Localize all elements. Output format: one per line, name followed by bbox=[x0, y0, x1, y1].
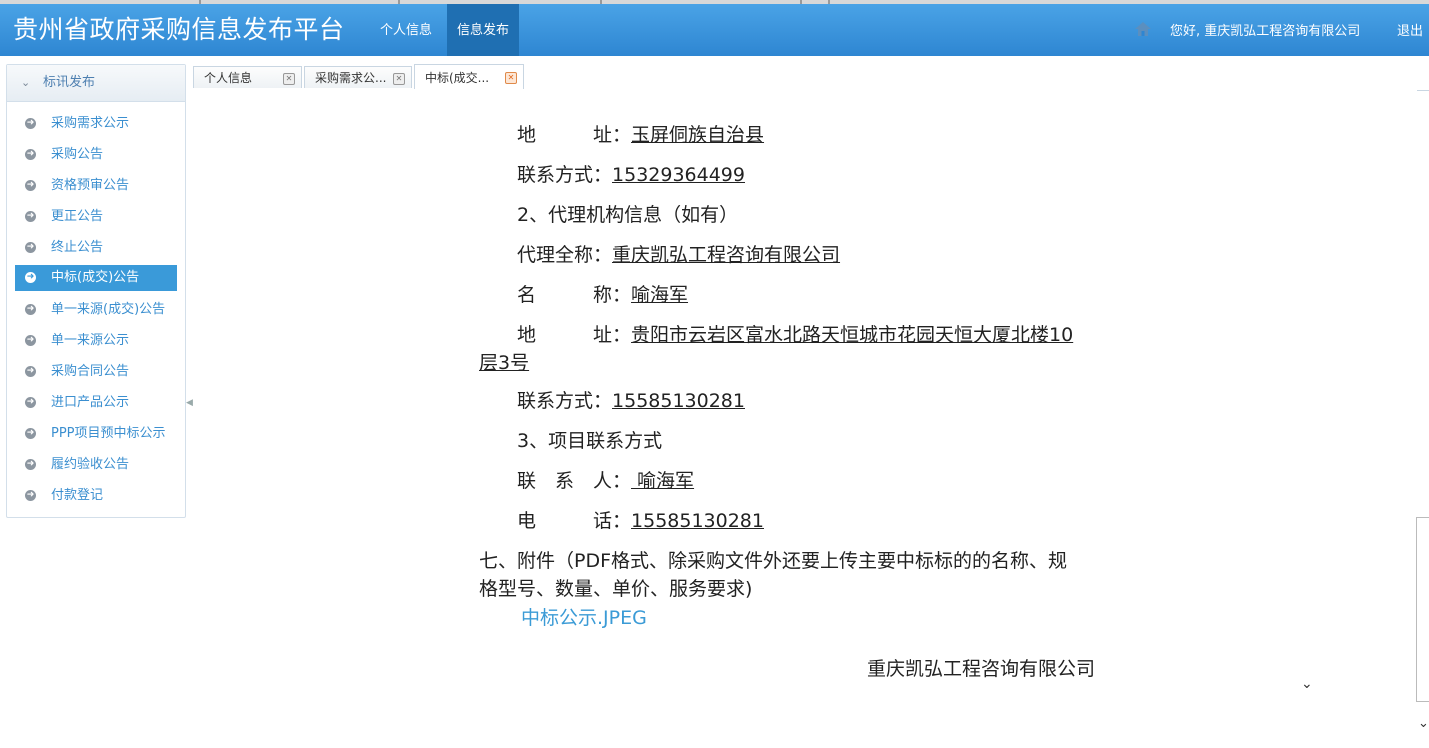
sidebar-item-label: 采购合同公告 bbox=[51, 364, 130, 379]
app-header: 贵州省政府采购信息发布平台 个人信息 信息发布 您好, 重庆凯弘工程咨询有限公司… bbox=[0, 4, 1429, 56]
tab-label: 中标(成交... bbox=[425, 71, 490, 85]
arrow-circle-icon: ➜ bbox=[25, 459, 36, 470]
nav-info-publish[interactable]: 信息发布 bbox=[447, 4, 520, 56]
sidebar-item[interactable]: ➜ 付款登记 bbox=[15, 480, 177, 511]
field-value: 重庆凯弘工程咨询有限公司 bbox=[612, 244, 841, 266]
arrow-circle-icon: ➜ bbox=[25, 428, 36, 439]
arrow-circle-icon: ➜ bbox=[25, 397, 36, 408]
sidebar-item-label: 履约验收公告 bbox=[51, 457, 130, 472]
section-7-heading: 七、附件（PDF格式、除采购文件外还要上传主要中标标的的名称、规 bbox=[479, 550, 1068, 572]
sidebar-item[interactable]: ➜ 采购公告 bbox=[15, 139, 177, 170]
sidebar: ⌄ 标讯发布 ➜ 采购需求公示 ➜ 采购公告 ➜ 资格预审公告 ➜ 更正公告 ➜ 终止公告 … bbox=[6, 64, 186, 518]
logout-link[interactable]: 退出 bbox=[1397, 4, 1423, 60]
arrow-circle-icon: ➜ bbox=[25, 335, 36, 346]
field-value: 喻海军 bbox=[631, 284, 689, 306]
app-title: 贵州省政府采购信息发布平台 bbox=[13, 15, 345, 44]
field-value: 喻海军 bbox=[631, 470, 695, 492]
content-frame: 地 址：玉屏侗族自治县 联系方式：15329364499 2、代理机构信息（如有… bbox=[193, 90, 1417, 748]
contact1-row: 联系方式：15329364499 bbox=[517, 160, 745, 187]
field-label: 名 称： bbox=[517, 284, 632, 306]
arrow-circle-icon: ➜ bbox=[25, 366, 36, 377]
collapse-splitter-icon[interactable]: ◀ bbox=[186, 398, 193, 408]
section-2-heading: 2、代理机构信息（如有） bbox=[517, 204, 739, 226]
sidebar-item[interactable]: ➜ 进口产品公示 bbox=[15, 387, 177, 418]
contact-person-row: 联 系 人： 喻海军 bbox=[517, 466, 694, 493]
field-label: 联系方式： bbox=[517, 164, 613, 186]
field-label: 联系方式： bbox=[517, 390, 613, 412]
sidebar-header-label: 标讯发布 bbox=[43, 75, 96, 90]
tab-label: 采购需求公... bbox=[315, 71, 387, 85]
field-label: 联 系 人： bbox=[517, 470, 632, 492]
field-label: 代理全称： bbox=[517, 244, 613, 266]
sidebar-item[interactable]: ➜ 采购合同公告 bbox=[15, 356, 177, 387]
sidebar-item-label: 终止公告 bbox=[51, 240, 104, 255]
field-value: 15329364499 bbox=[612, 164, 745, 186]
home-icon[interactable] bbox=[1135, 22, 1151, 36]
sidebar-item-label: PPP项目预中标公示 bbox=[51, 426, 166, 441]
scrollbar-track[interactable] bbox=[1416, 517, 1429, 702]
sidebar-item-label: 资格预审公告 bbox=[51, 178, 130, 193]
phone-row: 电 话：15585130281 bbox=[517, 506, 764, 533]
field-value: 玉屏侗族自治县 bbox=[631, 124, 765, 146]
tab-award-notice[interactable]: 中标(成交... ✕ bbox=[414, 64, 524, 89]
arrow-circle-icon: ➜ bbox=[25, 118, 36, 129]
sidebar-item[interactable]: ➜ PPP项目预中标公示 bbox=[15, 418, 177, 449]
sidebar-item-label: 单一来源(成交)公告 bbox=[51, 302, 166, 317]
sidebar-item-label: 采购需求公示 bbox=[51, 116, 130, 131]
arrow-circle-icon: ➜ bbox=[25, 180, 36, 191]
sidebar-item[interactable]: ➜ 更正公告 bbox=[15, 201, 177, 232]
sidebar-item-label: 更正公告 bbox=[51, 209, 104, 224]
sidebar-item-label: 进口产品公示 bbox=[51, 395, 130, 410]
chevron-down-icon[interactable]: ⌄ bbox=[1418, 716, 1429, 731]
address2-continuation: 层3号 bbox=[479, 352, 530, 374]
sidebar-item-label: 采购公告 bbox=[51, 147, 104, 162]
close-icon[interactable]: ✕ bbox=[505, 72, 517, 84]
sidebar-menu: ➜ 采购需求公示 ➜ 采购公告 ➜ 资格预审公告 ➜ 更正公告 ➜ 终止公告 ➜ 中标(成交… bbox=[7, 102, 185, 511]
field-label: 地 址： bbox=[517, 124, 632, 146]
sidebar-item[interactable]: ➜ 采购需求公示 bbox=[15, 108, 177, 139]
sidebar-item-label: 单一来源公示 bbox=[51, 333, 130, 348]
close-icon[interactable]: ✕ bbox=[393, 73, 405, 85]
agency-fullname-row: 代理全称：重庆凯弘工程咨询有限公司 bbox=[517, 240, 840, 267]
arrow-circle-icon: ➜ bbox=[25, 242, 36, 253]
scroll-down-icon[interactable]: ⌄ bbox=[1301, 676, 1313, 692]
signature: 重庆凯弘工程咨询有限公司 bbox=[867, 658, 1096, 680]
address2-row: 地 址：贵阳市云岩区富水北路天恒城市花园天恒大厦北楼10 bbox=[517, 320, 1073, 347]
field-label: 地 址： bbox=[517, 324, 632, 346]
sidebar-item[interactable]: ➜ 资格预审公告 bbox=[15, 170, 177, 201]
sidebar-item-active[interactable]: ➜ 中标(成交)公告 bbox=[15, 265, 177, 291]
section-7-heading-cont: 格型号、数量、单价、服务要求) bbox=[479, 578, 753, 600]
tab-personal-info[interactable]: 个人信息 ✕ bbox=[193, 66, 302, 88]
chevron-down-icon: ⌄ bbox=[21, 76, 31, 89]
field-label: 电 话： bbox=[517, 510, 632, 532]
field-value: 贵阳市云岩区富水北路天恒城市花园天恒大厦北楼10 bbox=[631, 324, 1074, 346]
arrow-circle-icon: ➜ bbox=[25, 211, 36, 222]
tab-procurement-demand[interactable]: 采购需求公... ✕ bbox=[304, 66, 412, 88]
user-greeting: 您好, 重庆凯弘工程咨询有限公司 bbox=[1170, 24, 1361, 39]
sidebar-header[interactable]: ⌄ 标讯发布 bbox=[7, 65, 185, 102]
arrow-circle-icon: ➜ bbox=[25, 272, 36, 283]
tab-label: 个人信息 bbox=[204, 71, 253, 85]
address1-row: 地 址：玉屏侗族自治县 bbox=[517, 120, 764, 147]
close-icon[interactable]: ✕ bbox=[283, 73, 295, 85]
sidebar-item[interactable]: ➜ 单一来源(成交)公告 bbox=[15, 294, 177, 325]
arrow-circle-icon: ➜ bbox=[25, 490, 36, 501]
agency-name-row: 名 称：喻海军 bbox=[517, 280, 688, 307]
sidebar-item[interactable]: ➜ 单一来源公示 bbox=[15, 325, 177, 356]
field-value: 15585130281 bbox=[631, 510, 764, 532]
tab-bar: 个人信息 ✕ 采购需求公... ✕ 中标(成交... ✕ bbox=[193, 64, 1429, 91]
section-3-heading: 3、项目联系方式 bbox=[517, 430, 663, 452]
nav-personal-info[interactable]: 个人信息 bbox=[370, 4, 442, 56]
attachment-link[interactable]: 中标公示.JPEG bbox=[521, 603, 647, 630]
sidebar-item-label: 付款登记 bbox=[51, 488, 104, 503]
arrow-circle-icon: ➜ bbox=[25, 304, 36, 315]
field-value: 15585130281 bbox=[612, 390, 745, 412]
sidebar-item-label: 中标(成交)公告 bbox=[51, 270, 140, 285]
contact2-row: 联系方式：15585130281 bbox=[517, 386, 745, 413]
arrow-circle-icon: ➜ bbox=[25, 149, 36, 160]
sidebar-item[interactable]: ➜ 终止公告 bbox=[15, 232, 177, 263]
sidebar-item[interactable]: ➜ 履约验收公告 bbox=[15, 449, 177, 480]
